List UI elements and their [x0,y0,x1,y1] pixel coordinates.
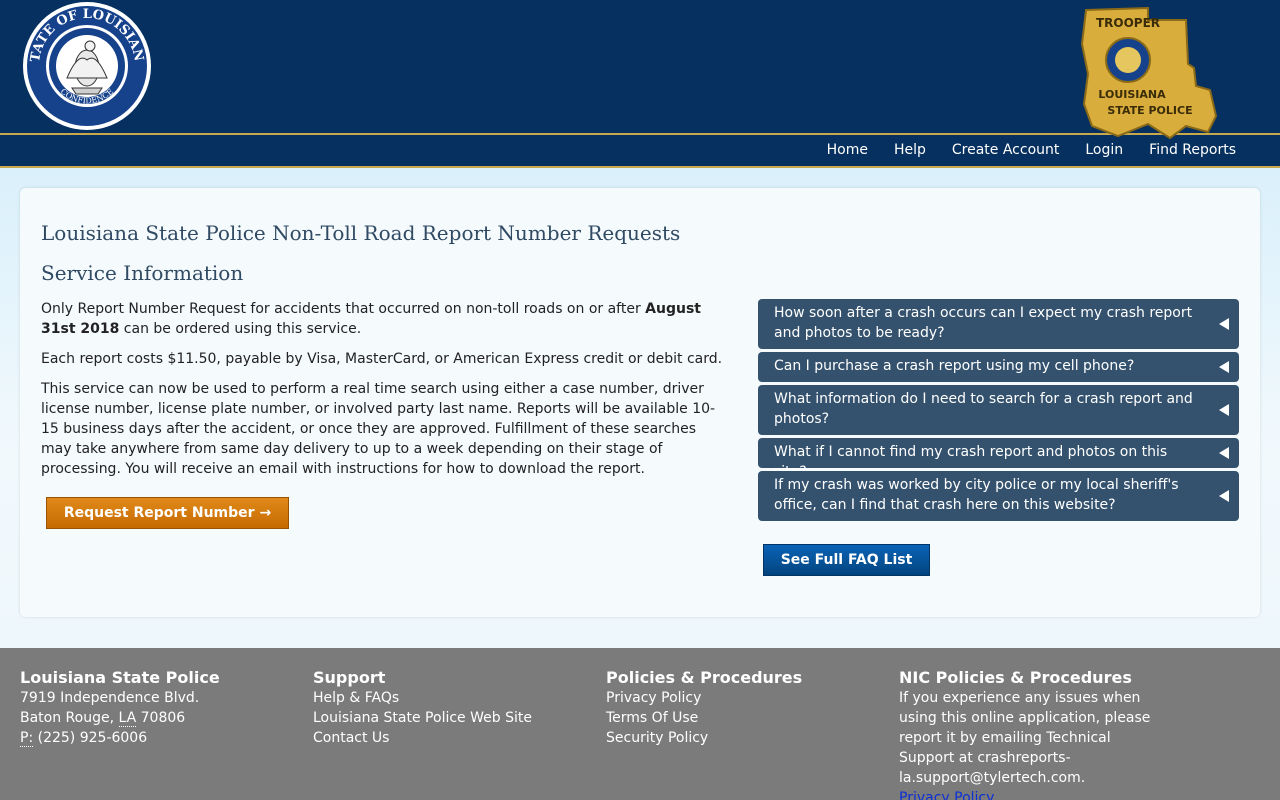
caret-left-icon [1219,318,1229,330]
p1-text-post: can be ordered using this service. [119,321,362,337]
footer-city-line: Baton Rouge, LA 70806 [20,708,290,728]
see-full-faq-button[interactable]: See Full FAQ List [763,544,930,576]
faq-item-text: If my crash was worked by city police or… [774,477,1179,513]
badge-louisiana-text: LOUISIANA [1098,88,1166,101]
p1-text-pre: Only Report Number Request for accidents… [41,301,646,317]
nav-help-link[interactable]: Help [894,142,926,158]
faq-item-text: Can I purchase a crash report using my c… [774,358,1135,374]
faq-item-city-police[interactable]: If my crash was worked by city police or… [758,471,1239,521]
footer-help-faqs-link[interactable]: Help & FAQs [313,688,583,708]
nav-find-reports-link[interactable]: Find Reports [1149,142,1236,158]
footer-nic-text: If you experience any issues when using … [899,690,1151,786]
footer-phone-label: P: [20,730,34,747]
page-title: Louisiana State Police Non-Toll Road Rep… [41,221,681,245]
trooper-badge-logo: TROOPER LOUISIANA STATE POLICE [1080,6,1218,140]
nav-create-account-link[interactable]: Create Account [952,142,1060,158]
footer-terms-link[interactable]: Terms Of Use [606,708,876,728]
footer-col-support: Support Help & FAQs Louisiana State Poli… [313,668,583,748]
footer-nic-privacy-link[interactable]: Privacy Policy [899,788,1169,800]
footer-city: Baton Rouge, [20,710,119,726]
footer-state-abbr: LA [118,710,137,727]
nav-login-link[interactable]: Login [1085,142,1123,158]
faq-item-cell-phone[interactable]: Can I purchase a crash report using my c… [758,352,1239,382]
footer-col-policies: Policies & Procedures Privacy Policy Ter… [606,668,876,748]
site-footer: Louisiana State Police 7919 Independence… [0,648,1280,800]
footer-contact-us-link[interactable]: Contact Us [313,728,583,748]
faq-item-text: How soon after a crash occurs can I expe… [774,305,1193,341]
service-info-paragraph-3: This service can now be used to perform … [41,381,716,477]
footer-privacy-policy-link[interactable]: Privacy Policy [606,688,876,708]
caret-left-icon [1219,490,1229,502]
caret-left-icon [1219,447,1229,459]
section-title: Service Information [41,261,244,285]
louisiana-seal-logo[interactable]: STATE OF LOUISIANA CONFIDENCE [20,0,154,132]
footer-heading-policies: Policies & Procedures [606,668,803,687]
request-report-number-button[interactable]: Request Report Number → [46,497,289,529]
main-nav: Home Help Create Account Login Find Repo… [801,142,1236,158]
footer-phone: (225) 925-6006 [33,730,148,746]
footer-heading-lsp: Louisiana State Police [20,668,220,687]
footer-lsp-website-link[interactable]: Louisiana State Police Web Site [313,708,583,728]
caret-left-icon [1219,361,1229,373]
faq-item-text: What information do I need to search for… [774,391,1193,427]
footer-heading-support: Support [313,668,386,687]
caret-left-icon [1219,404,1229,416]
faq-item-cannot-find[interactable]: What if I cannot find my crash report an… [758,438,1239,480]
footer-security-policy-link[interactable]: Security Policy [606,728,876,748]
faq-item-search-info[interactable]: What information do I need to search for… [758,385,1239,435]
footer-heading-nic: NIC Policies & Procedures [899,668,1132,687]
footer-col-contact: Louisiana State Police 7919 Independence… [20,668,290,748]
footer-zip: 70806 [136,710,186,726]
footer-phone-line: P: (225) 925-6006 [20,728,290,748]
badge-trooper-text: TROOPER [1096,16,1160,30]
faq-item-crash-report-timing[interactable]: How soon after a crash occurs can I expe… [758,299,1239,349]
service-info-paragraph-2: Each report costs $11.50, payable by Vis… [41,351,723,367]
badge-state-police-text: STATE POLICE [1107,104,1192,117]
footer-address-line: 7919 Independence Blvd. [20,690,200,706]
nav-home-link[interactable]: Home [827,142,868,158]
service-info-paragraph-1: Only Report Number Request for accidents… [41,299,731,339]
footer-col-nic: NIC Policies & Procedures If you experie… [899,668,1169,800]
